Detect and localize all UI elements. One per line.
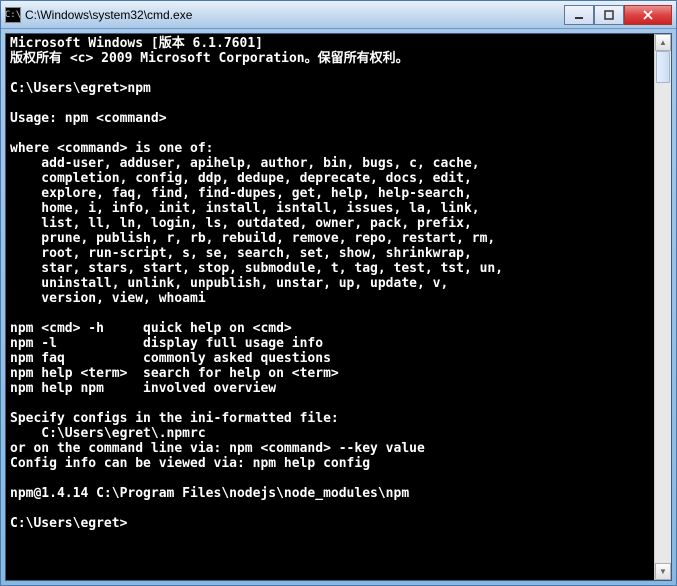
close-button[interactable] — [624, 5, 672, 25]
scroll-up-button[interactable]: ▲ — [655, 34, 671, 51]
scroll-track[interactable] — [655, 51, 671, 563]
chevron-down-icon: ▼ — [659, 567, 667, 576]
maximize-button[interactable] — [594, 5, 624, 25]
cmd-icon: C:\ — [5, 7, 21, 23]
close-icon — [642, 10, 654, 20]
vertical-scrollbar[interactable]: ▲ ▼ — [654, 34, 671, 580]
minimize-button[interactable] — [564, 5, 594, 25]
scroll-down-button[interactable]: ▼ — [655, 563, 671, 580]
chevron-up-icon: ▲ — [659, 38, 667, 47]
window-controls — [564, 5, 672, 25]
client-area: Microsoft Windows [版本 6.1.7601] 版权所有 <c>… — [5, 33, 672, 581]
terminal-output[interactable]: Microsoft Windows [版本 6.1.7601] 版权所有 <c>… — [6, 34, 654, 580]
maximize-icon — [604, 10, 614, 20]
titlebar[interactable]: C:\ C:\Windows\system32\cmd.exe — [1, 1, 676, 29]
scroll-thumb[interactable] — [656, 51, 670, 83]
window-title: C:\Windows\system32\cmd.exe — [25, 8, 564, 22]
cmd-window: C:\ C:\Windows\system32\cmd.exe Microsof… — [0, 0, 677, 586]
minimize-icon — [574, 10, 584, 20]
